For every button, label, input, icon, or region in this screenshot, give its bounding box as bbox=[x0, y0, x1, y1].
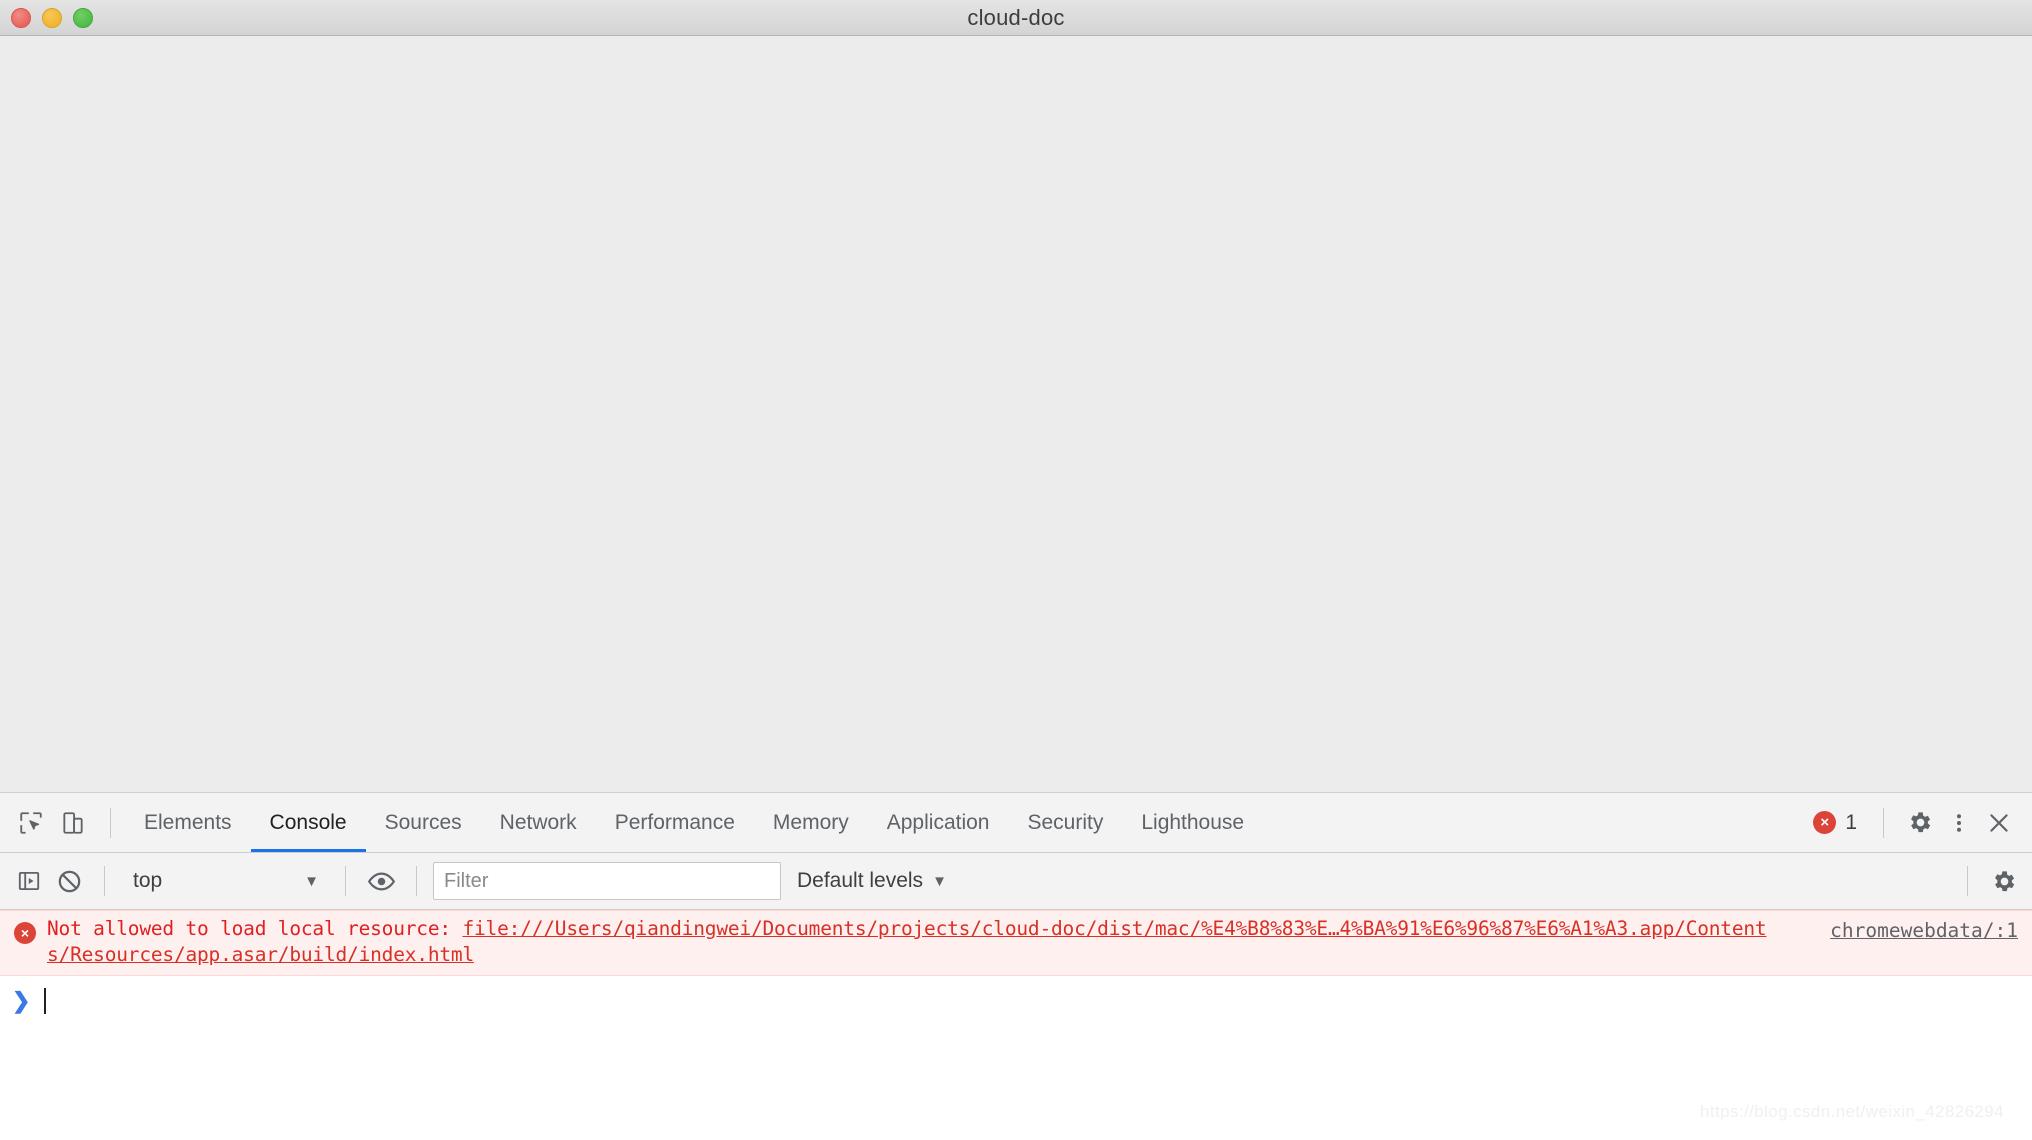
tab-security[interactable]: Security bbox=[1008, 793, 1122, 852]
tab-lighthouse[interactable]: Lighthouse bbox=[1122, 793, 1263, 852]
more-options-icon[interactable] bbox=[1940, 804, 1978, 842]
console-filter-input[interactable] bbox=[433, 862, 781, 900]
devtools-tabbar-left-icons bbox=[0, 793, 125, 852]
page-viewport bbox=[0, 36, 2032, 793]
inspect-element-icon[interactable] bbox=[12, 804, 50, 842]
tab-label: Performance bbox=[614, 810, 735, 834]
devtools-tabbar: Elements Console Sources Network Perform… bbox=[0, 793, 2032, 853]
console-settings-gear-icon[interactable] bbox=[1984, 862, 2022, 900]
execution-context-value: top bbox=[133, 869, 163, 892]
chevron-down-icon: ▼ bbox=[304, 872, 319, 890]
error-icon: × bbox=[1813, 811, 1837, 834]
error-count-badge[interactable]: × 1 bbox=[1803, 811, 1867, 835]
device-toolbar-icon[interactable] bbox=[54, 804, 92, 842]
console-text-cursor bbox=[44, 988, 47, 1014]
tab-memory[interactable]: Memory bbox=[754, 793, 868, 852]
traffic-lights bbox=[11, 0, 93, 36]
console-error-message[interactable]: × Not allowed to load local resource: fi… bbox=[0, 910, 2032, 976]
console-toolbar-divider-2 bbox=[345, 866, 346, 896]
window-maximize-button[interactable] bbox=[73, 8, 93, 28]
console-log-levels-select[interactable]: Default levels ▼ bbox=[783, 864, 961, 898]
tabbar-divider bbox=[110, 807, 111, 838]
clear-console-icon[interactable] bbox=[50, 862, 88, 900]
settings-gear-icon[interactable] bbox=[1900, 804, 1938, 842]
console-prompt-caret-icon: ❯ bbox=[12, 988, 31, 1013]
console-toolbar: top ▼ Default levels ▼ bbox=[0, 853, 2032, 910]
tab-label: Elements bbox=[144, 810, 232, 834]
devtools-tab-list: Elements Console Sources Network Perform… bbox=[125, 793, 1263, 852]
tab-application[interactable]: Application bbox=[868, 793, 1009, 852]
tab-label: Application bbox=[886, 810, 990, 834]
watermark: https://blog.csdn.net/weixin_42826294 bbox=[1699, 1102, 2004, 1121]
tab-label: Network bbox=[499, 810, 577, 834]
tab-label: Console bbox=[269, 810, 347, 834]
devtools-tabbar-right: × 1 bbox=[1803, 793, 2032, 852]
chevron-down-icon: ▼ bbox=[932, 872, 947, 890]
tab-label: Sources bbox=[384, 810, 462, 834]
live-expression-eye-icon[interactable] bbox=[362, 862, 400, 900]
window-titlebar: cloud-doc bbox=[0, 0, 2032, 36]
console-message-source-link[interactable]: chromewebdata/:1 bbox=[1830, 919, 2018, 942]
console-error-prefix: Not allowed to load local resource: bbox=[47, 917, 463, 940]
tab-label: Memory bbox=[772, 810, 849, 834]
close-devtools-icon[interactable] bbox=[1980, 804, 2018, 842]
tab-network[interactable]: Network bbox=[481, 793, 596, 852]
tab-label: Lighthouse bbox=[1141, 810, 1245, 834]
console-message-list: × Not allowed to load local resource: fi… bbox=[0, 910, 2032, 1140]
console-error-text: Not allowed to load local resource: file… bbox=[47, 916, 2018, 968]
window-title: cloud-doc bbox=[967, 4, 1065, 30]
error-icon: × bbox=[14, 922, 36, 944]
console-toolbar-divider-3 bbox=[416, 866, 417, 896]
devtools-panel: Elements Console Sources Network Perform… bbox=[0, 793, 2032, 1140]
tab-performance[interactable]: Performance bbox=[596, 793, 754, 852]
tab-label: Security bbox=[1027, 810, 1104, 834]
error-count: 1 bbox=[1845, 810, 1857, 834]
execution-context-select[interactable]: top ▼ bbox=[121, 864, 329, 898]
browser-window: cloud-doc Elements Console Sources Netwo… bbox=[0, 0, 2032, 1140]
tab-elements[interactable]: Elements bbox=[125, 793, 251, 852]
tabbar-right-divider bbox=[1883, 807, 1884, 838]
tab-console[interactable]: Console bbox=[250, 793, 366, 852]
window-minimize-button[interactable] bbox=[42, 8, 62, 28]
console-toolbar-divider-1 bbox=[104, 866, 105, 896]
console-sidebar-icon[interactable] bbox=[10, 862, 48, 900]
log-levels-label: Default levels bbox=[797, 869, 924, 892]
console-toolbar-divider-4 bbox=[1967, 866, 1968, 896]
tab-sources[interactable]: Sources bbox=[366, 793, 481, 852]
console-prompt-row[interactable]: ❯ bbox=[0, 976, 2032, 1018]
window-close-button[interactable] bbox=[11, 8, 31, 28]
